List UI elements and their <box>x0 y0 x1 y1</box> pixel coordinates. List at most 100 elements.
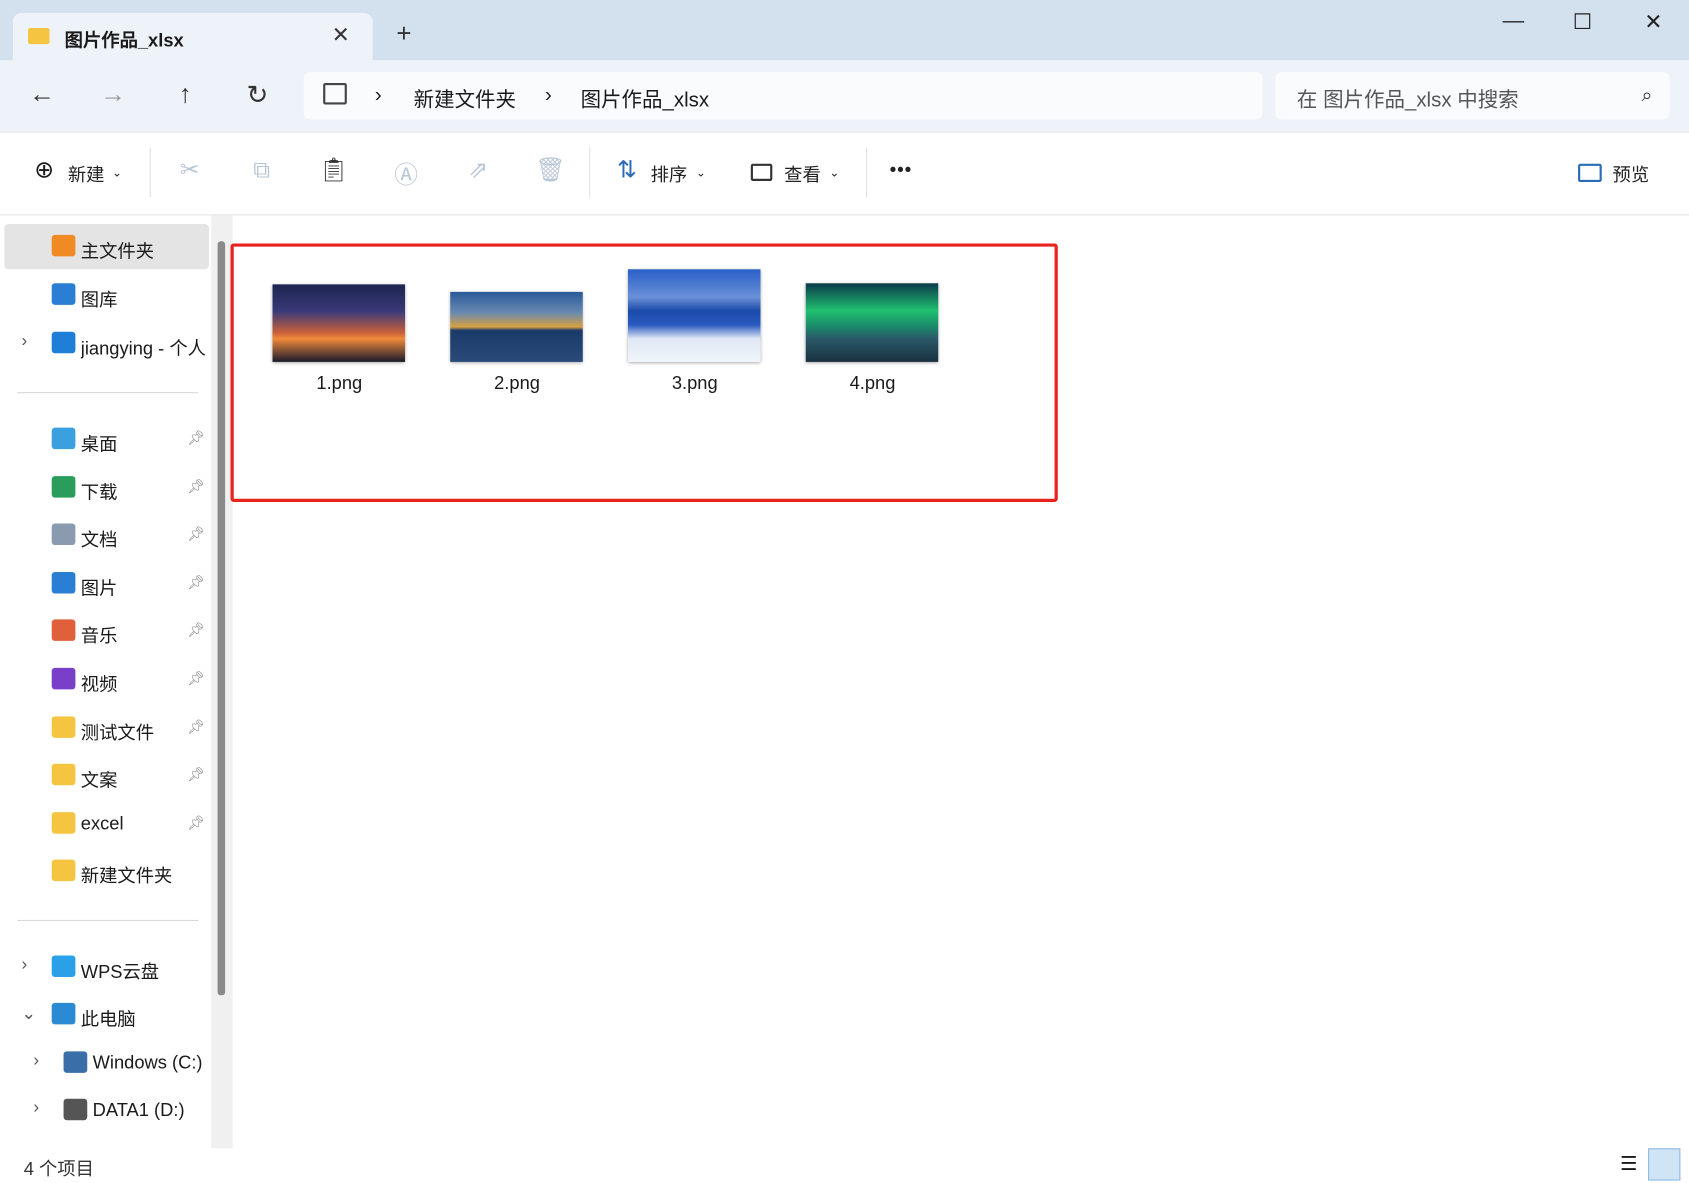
scrollbar-thumb[interactable] <box>217 241 226 996</box>
sidebar-item-label: 桌面 <box>80 434 118 455</box>
sidebar-item[interactable]: › jiangying - 个人 <box>4 321 209 366</box>
sidebar-item[interactable]: 文案 📌︎ <box>4 753 209 798</box>
new-button[interactable]: 新建 <box>68 159 105 186</box>
chevron-right-icon[interactable]: › <box>33 1051 39 1070</box>
chevron-right-icon[interactable]: › <box>33 1099 39 1118</box>
back-button[interactable]: ← <box>26 80 58 110</box>
sidebar-item-label: WPS云盘 <box>80 961 160 983</box>
sidebar-item-label: DATA1 (D:) <box>92 1099 185 1121</box>
delete-icon[interactable]: 🗑︎ <box>534 156 566 184</box>
breadcrumb-item[interactable]: 新建文件夹 <box>414 84 516 113</box>
more-options-button[interactable]: ••• <box>890 159 912 181</box>
divider <box>17 392 199 394</box>
minimize-button[interactable]: — <box>1492 9 1535 34</box>
file-item[interactable]: 3.png <box>614 269 776 409</box>
tab-title: 图片作品_xlsx <box>64 30 184 51</box>
add-icon: ⊕ <box>34 156 55 184</box>
maximize-button[interactable]: ☐ <box>1561 9 1604 36</box>
sidebar-item[interactable]: 音乐 📌︎ <box>4 609 209 654</box>
sidebar-item-label: 主文件夹 <box>80 241 155 262</box>
preview-button[interactable]: 预览 <box>1613 159 1650 186</box>
sidebar-item[interactable]: 桌面 📌︎ <box>4 417 209 462</box>
chevron-down-icon[interactable]: ⌄ <box>22 1003 36 1025</box>
divider <box>149 147 151 198</box>
view-icon <box>750 163 773 181</box>
large-icons-view-button[interactable] <box>1648 1148 1681 1181</box>
chevron-right-icon[interactable]: › <box>22 955 28 974</box>
folder-icon <box>51 667 76 690</box>
chevron-down-icon: ⌄ <box>112 166 122 180</box>
folder-icon <box>51 475 76 498</box>
item-count: 4 个项目 <box>23 1159 94 1180</box>
sidebar-item[interactable]: 视频 📌︎ <box>4 657 209 702</box>
breadcrumb-item[interactable]: 图片作品_xlsx <box>581 84 710 113</box>
sidebar-item[interactable]: 测试文件 📌︎ <box>4 705 209 750</box>
sidebar-scrollbar[interactable] <box>211 215 233 1149</box>
pin-icon: 📌︎ <box>187 477 206 494</box>
sidebar-item[interactable]: 图库 <box>4 273 209 318</box>
sidebar-item-label: 文档 <box>80 530 118 551</box>
folder-icon <box>51 955 76 977</box>
pin-icon: 📌︎ <box>187 669 206 687</box>
sidebar-item[interactable]: 新建文件夹 <box>4 849 209 894</box>
file-item[interactable]: 1.png <box>259 269 421 409</box>
sidebar-item[interactable]: 文档 📌︎ <box>4 513 209 558</box>
sidebar-item-label: 音乐 <box>80 626 118 647</box>
chevron-right-icon[interactable]: › <box>22 332 28 351</box>
image-thumbnail <box>805 283 939 362</box>
folder-icon <box>51 427 76 450</box>
pin-icon: 📌︎ <box>187 573 206 591</box>
tab-active[interactable]: 图片作品_xlsx ✕ <box>12 12 373 61</box>
preview-pane-icon <box>1578 163 1602 183</box>
sidebar-item[interactable]: › Windows (C:) <box>4 1041 209 1086</box>
close-tab-button[interactable]: ✕ <box>332 22 350 49</box>
cut-icon[interactable]: ✂ <box>173 156 205 184</box>
pin-icon: 📌︎ <box>187 766 206 783</box>
sort-button[interactable]: 排序 <box>651 159 688 186</box>
folder-icon <box>51 860 76 882</box>
sidebar-item-label: 此电脑 <box>80 1009 136 1030</box>
sidebar-item[interactable]: 图片 📌︎ <box>4 561 209 606</box>
sidebar-item-label: 新建文件夹 <box>80 866 173 887</box>
sidebar-item-label: 视频 <box>80 674 118 695</box>
copy-icon[interactable]: ⧉ <box>246 156 278 184</box>
folder-icon <box>51 283 76 305</box>
divider <box>589 147 591 198</box>
sidebar-item[interactable]: › DATA1 (D:) <box>4 1088 209 1133</box>
close-window-button[interactable]: ✕ <box>1632 9 1675 36</box>
file-name: 3.png <box>671 372 718 394</box>
file-item[interactable]: 4.png <box>792 269 954 409</box>
sidebar-item[interactable]: excel 📌︎ <box>4 801 209 846</box>
search-input[interactable]: 在 图片作品_xlsx 中搜索 <box>1297 84 1519 113</box>
up-button[interactable]: ↑ <box>169 80 201 110</box>
new-tab-button[interactable]: + <box>396 19 411 49</box>
refresh-button[interactable]: ↻ <box>241 80 273 111</box>
rename-icon[interactable]: Ⓐ <box>390 156 422 190</box>
address-bar[interactable]: › 新建文件夹 › 图片作品_xlsx <box>303 72 1263 120</box>
file-name: 4.png <box>849 372 896 394</box>
share-icon[interactable]: ⇗ <box>462 156 494 184</box>
folder-icon <box>51 234 76 257</box>
file-item[interactable]: 2.png <box>436 269 598 409</box>
sidebar-item-label: jiangying - 个人 <box>80 338 206 359</box>
sidebar-item-label: 文案 <box>80 770 118 791</box>
paste-icon[interactable]: 📋︎ <box>318 156 350 184</box>
details-view-button[interactable]: ☰ <box>1620 1153 1637 1176</box>
image-thumbnail <box>627 269 761 362</box>
pin-icon: 📌︎ <box>187 621 206 639</box>
sidebar-item[interactable]: 主文件夹 <box>4 224 209 270</box>
search-box[interactable]: 在 图片作品_xlsx 中搜索 ⌕ <box>1275 72 1670 120</box>
forward-button[interactable]: → <box>97 80 129 110</box>
chevron-down-icon: ⌄ <box>695 166 706 180</box>
folder-icon <box>63 1051 88 1073</box>
chevron-down-icon: ⌄ <box>829 166 840 180</box>
sidebar-item[interactable]: ⌄ 此电脑 <box>4 992 209 1037</box>
sidebar-item[interactable]: 下载 📌︎ <box>4 465 209 510</box>
sidebar-item-label: 图库 <box>80 289 118 311</box>
folder-icon <box>51 811 76 834</box>
view-button[interactable]: 查看 <box>784 159 821 186</box>
folder-icon <box>51 763 76 786</box>
folder-icon <box>51 715 76 738</box>
folder-icon <box>51 571 76 594</box>
sidebar-item[interactable]: › WPS云盘 <box>4 945 209 990</box>
